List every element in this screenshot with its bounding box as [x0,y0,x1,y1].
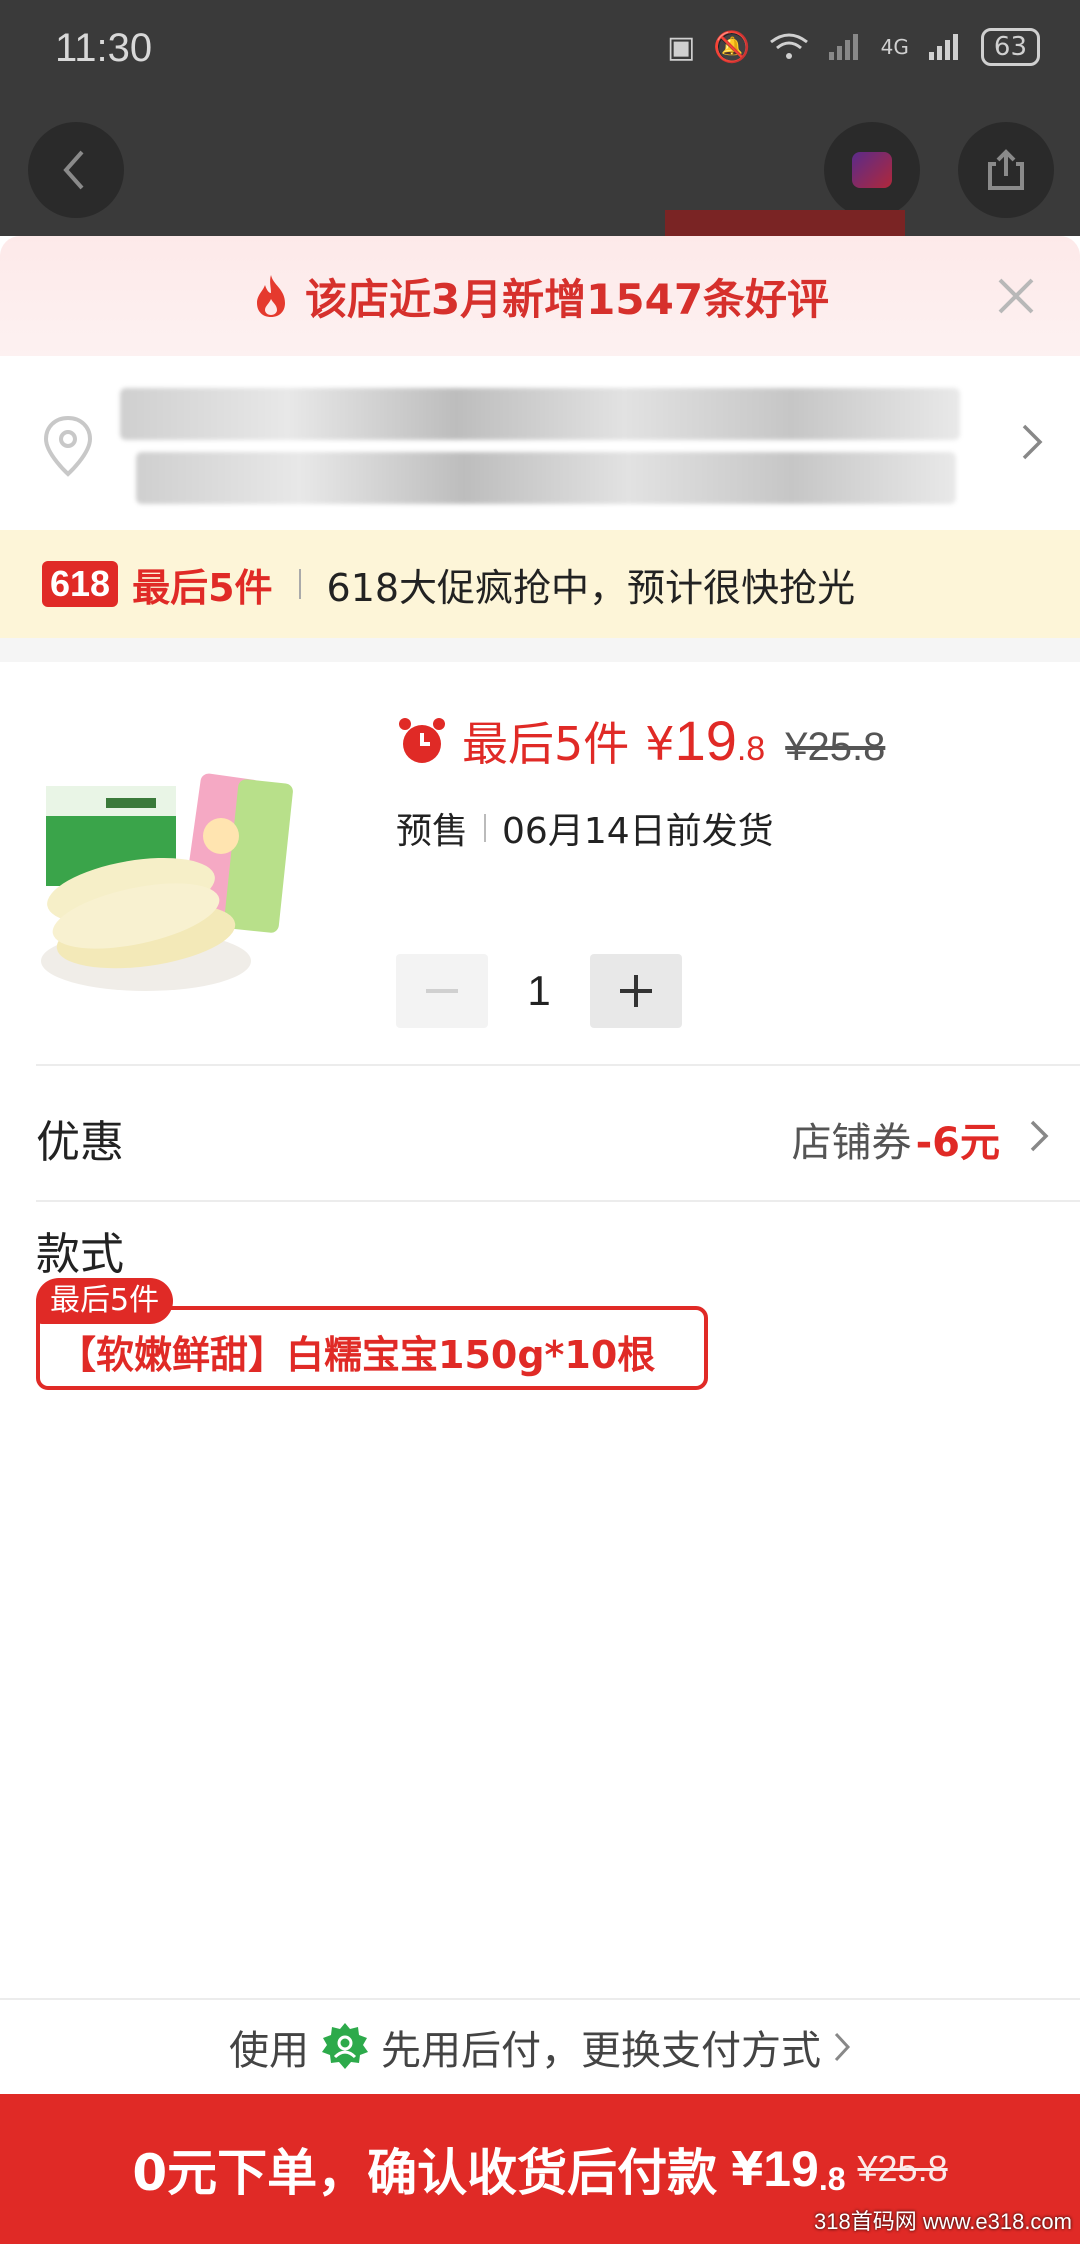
discount-label: 优惠 [36,1117,124,1168]
share-button[interactable] [958,122,1054,218]
nfc-icon: ▣ [666,29,696,65]
style-stock-badge: 最后5件 [36,1278,174,1324]
divider [36,1200,1080,1202]
alarm-clock-icon [399,718,445,763]
618-tag: 618 [42,561,119,607]
submit-label: 0元下单，确认收货后付款 [132,2144,718,2202]
order-sheet: 该店近3月新增1547条好评 618 最后5件 618大促疯抢中，预计很快抢光 [0,236,1080,2244]
battery-icon: 63 [980,28,1040,66]
urgency-stock: 最后5件 [132,565,273,610]
background-page: 11:30 ▣ 🔕 4G 63 [0,0,1080,236]
pay-later-text: 先用后付，更换支付方式 [381,2028,821,2074]
price-decimal: .8 [736,730,766,768]
background-banner [665,210,905,236]
divider [484,814,487,842]
coupon-name: 店铺券 [791,1120,912,1166]
share-icon [988,149,1024,190]
price-line: 最后5件 ¥ 19 .8 ¥25.8 [396,708,885,774]
pay-later-prefix: 使用 [229,2028,309,2074]
corn-product-illustration [41,773,293,991]
submit-price-integer: 19 [763,2141,819,2197]
presale-label: 预售 [396,811,469,852]
decrease-quantity-button[interactable] [396,954,488,1028]
network-type: 4G [880,35,909,59]
coupon-summary: 店铺券 -6元 [792,1110,1000,1168]
address-selector[interactable] [0,356,1080,530]
ship-date: 06月14日前发货 [502,811,774,852]
review-banner: 该店近3月新增1547条好评 [0,236,1080,356]
mute-icon: 🔕 [713,29,751,65]
chevron-right-icon [834,2032,851,2062]
status-bar: 11:30 ▣ 🔕 4G 63 [0,0,1080,100]
shop-button[interactable] [824,122,920,218]
price-integer: 19 [674,709,737,772]
product-image[interactable] [36,706,360,1030]
quantity-stepper: 1 [396,954,682,1028]
divider [298,569,301,599]
plus-icon [620,975,652,1007]
stock-label: 最后5件 [462,717,630,771]
pay-later-icon [322,2023,368,2069]
discount-row[interactable]: 优惠 店铺券 -6元 [0,1066,1080,1200]
shipping-info: 预售 06月14日前发货 [396,802,774,854]
wifi-icon [769,33,808,59]
stock-urgency-bar: 618 最后5件 618大促疯抢中，预计很快抢光 [0,530,1080,638]
status-time: 11:30 [55,26,153,70]
fire-icon [256,275,285,317]
pay-later-row[interactable]: 使用 先用后付，更换支付方式 [0,1998,1080,2094]
original-price: ¥25.8 [785,725,886,769]
chevron-right-icon [1030,1120,1049,1152]
signal-icon [828,34,858,60]
submit-original-price: ¥25.8 [857,2148,948,2189]
section-gap [0,638,1080,662]
review-banner-text: 该店近3月新增1547条好评 [304,274,830,324]
coupon-amount: -6元 [915,1120,1000,1166]
increase-quantity-button[interactable] [590,954,682,1028]
address-line-2-redacted [136,452,956,504]
back-arrow-icon [63,150,84,190]
watermark: 318首码网 www.e318.com [814,2209,1072,2234]
back-button[interactable] [28,122,124,218]
submit-price-decimal: .8 [818,2161,846,2197]
address-line-1-redacted [120,388,960,440]
style-option-label: 【软嫩鲜甜】白糯宝宝150g*10根 [58,1333,656,1377]
status-icons: ▣ 🔕 4G 63 [667,28,1040,66]
shop-logo-icon [852,152,892,188]
minus-icon [426,989,458,993]
signal-icon-2 [928,34,958,60]
price-currency: ¥ [645,717,675,771]
submit-currency: ¥ [731,2142,764,2196]
style-label: 款式 [36,1229,124,1280]
chevron-right-icon [1022,424,1043,460]
location-pin-icon [43,415,93,477]
close-icon[interactable] [992,272,1040,320]
quantity-value: 1 [527,967,551,1014]
urgency-message: 618大促疯抢中，预计很快抢光 [326,565,856,610]
